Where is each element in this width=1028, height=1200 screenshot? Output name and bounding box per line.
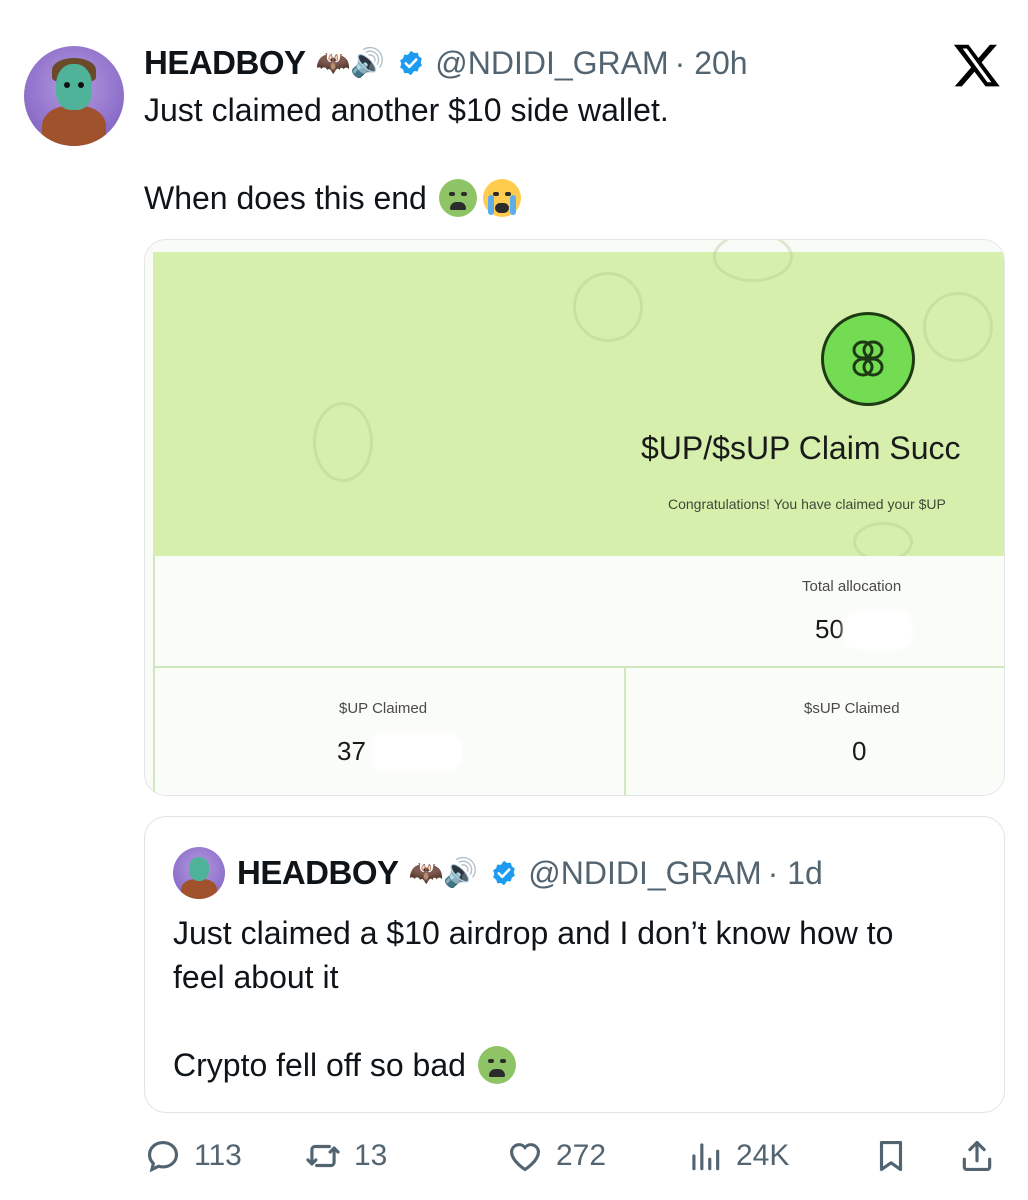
author-avatar[interactable] <box>24 46 124 146</box>
post-time[interactable]: · 20h <box>675 45 748 82</box>
quoted-author-name[interactable]: HEADBOY <box>237 854 399 892</box>
reply-count: 113 <box>194 1139 242 1172</box>
post-action-bar: 113 13 272 24K <box>144 1130 1006 1182</box>
repost-icon <box>306 1144 340 1168</box>
claim-title: $UP/$sUP Claim Succ <box>641 430 961 466</box>
up-claimed-value: 37 <box>337 736 366 766</box>
author-name[interactable]: HEADBOY <box>144 44 306 82</box>
claim-stats-panel: Total allocation 50 $UP Claimed 37 $sUP … <box>153 556 1004 795</box>
up-claimed-label: $UP Claimed <box>339 700 428 717</box>
bookmark-icon <box>879 1140 903 1172</box>
bookmark-button[interactable] <box>872 1130 910 1182</box>
crying-face-emoji-icon <box>482 179 521 217</box>
verified-badge-icon <box>400 50 423 76</box>
claim-banner: $UP/$sUP Claim Succ Congratulations! You… <box>153 240 1004 562</box>
sup-claimed-value: 0 <box>852 736 867 766</box>
redaction-blur <box>843 610 913 650</box>
up-token-logo-icon <box>821 312 915 406</box>
author-emoji: 🦇🔊 <box>315 47 386 78</box>
quoted-text-line-3-content: Crypto fell off so bad <box>173 1047 466 1083</box>
quoted-text-line-2: feel about it <box>173 959 339 995</box>
reply-icon <box>147 1140 179 1173</box>
repost-count: 13 <box>354 1139 388 1172</box>
views-count: 24K <box>736 1139 790 1172</box>
nauseated-face-emoji-icon <box>438 179 477 217</box>
post-text: Just claimed another $10 side wallet. Wh… <box>144 88 1004 220</box>
post-text-line-2-content: When does this end <box>144 180 427 216</box>
stacked-coins-icon <box>852 340 884 377</box>
sup-claimed-label: $sUP Claimed <box>804 700 900 717</box>
quoted-author-handle[interactable]: @NDIDI_GRAM <box>528 855 761 892</box>
reply-button[interactable]: 113 <box>144 1130 242 1182</box>
quoted-post-text: Just claimed a $10 airdrop and I don’t k… <box>173 911 983 1087</box>
share-button[interactable] <box>958 1130 996 1182</box>
post-text-line-2: When does this end <box>144 176 1004 220</box>
quoted-post[interactable]: HEADBOY 🦇🔊 @NDIDI_GRAM · 1d Just claimed… <box>144 816 1005 1113</box>
repost-button[interactable]: 13 <box>304 1130 387 1182</box>
quoted-text-line-3: Crypto fell off so bad <box>173 1043 983 1087</box>
post-media-image[interactable]: $UP/$sUP Claim Succ Congratulations! You… <box>144 239 1005 796</box>
views-button[interactable]: 24K <box>686 1130 789 1182</box>
author-handle[interactable]: @NDIDI_GRAM <box>435 45 668 82</box>
quoted-author-avatar[interactable] <box>173 847 225 899</box>
redaction-blur <box>371 732 463 772</box>
total-allocation-label: Total allocation <box>802 578 902 595</box>
post-header: HEADBOY 🦇🔊 @NDIDI_GRAM · 20h <box>144 42 748 84</box>
like-count: 272 <box>556 1139 607 1172</box>
quoted-post-header: HEADBOY 🦇🔊 @NDIDI_GRAM · 1d <box>237 853 823 893</box>
views-bar-chart-icon <box>692 1143 720 1171</box>
share-icon <box>962 1140 992 1172</box>
post-text-line-1: Just claimed another $10 side wallet. <box>144 92 669 128</box>
quoted-post-time[interactable]: · 1d <box>768 855 823 892</box>
claim-subtitle: Congratulations! You have claimed your $… <box>668 496 946 512</box>
nauseated-face-emoji-icon <box>477 1046 516 1084</box>
x-logo-icon[interactable] <box>952 40 1002 90</box>
total-allocation-value: 50 <box>815 614 844 644</box>
quoted-author-emoji: 🦇🔊 <box>408 857 479 888</box>
verified-badge-icon <box>493 860 516 886</box>
heart-icon <box>509 1143 541 1172</box>
like-button[interactable]: 272 <box>506 1130 606 1182</box>
quoted-text-line-1: Just claimed a $10 airdrop and I don’t k… <box>173 915 894 951</box>
